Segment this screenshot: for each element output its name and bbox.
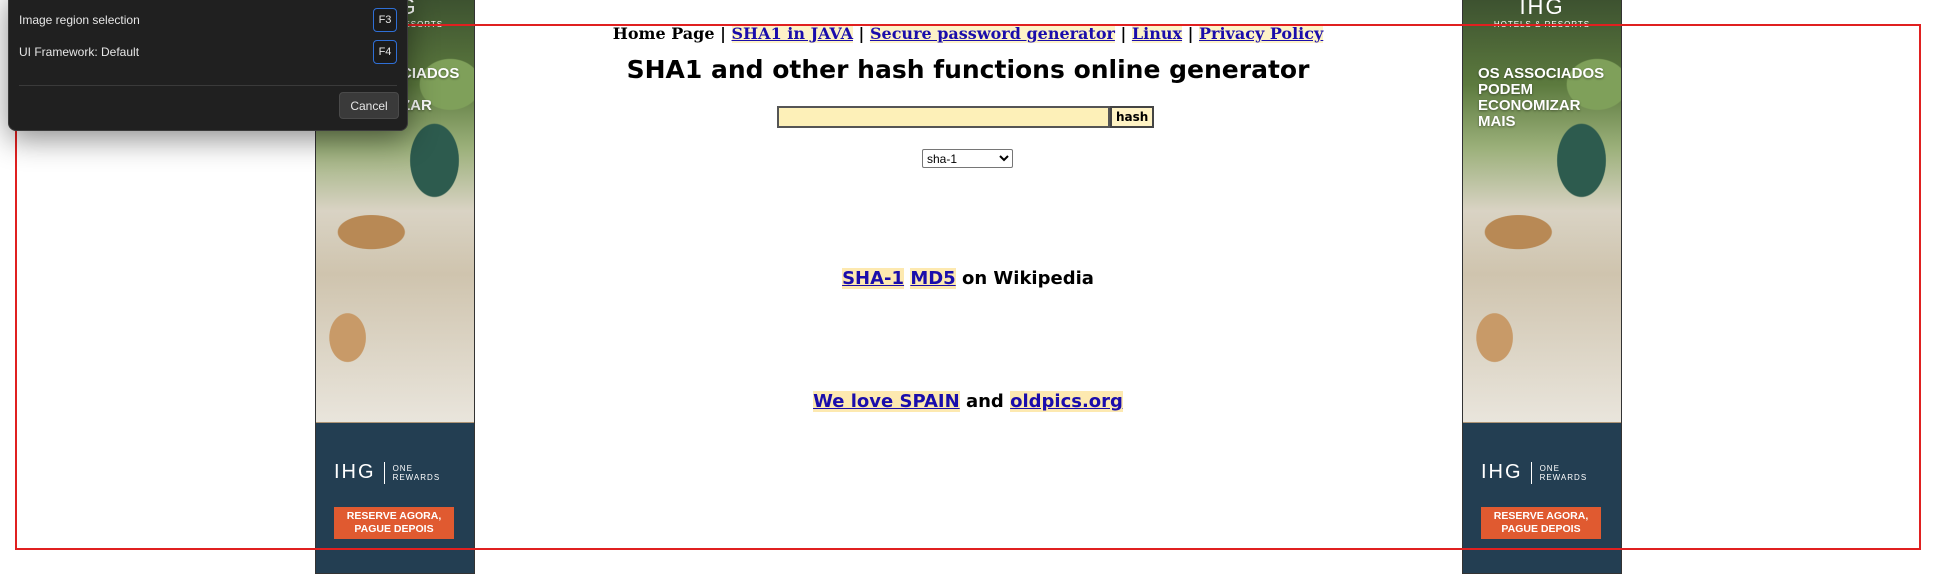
shortcut-key-badge: F3 [373,8,397,32]
wiki-link-sha1[interactable]: SHA-1 [842,268,905,289]
promo-links: We love SPAIN and oldpics.org [0,391,1936,412]
wiki-link-md5[interactable]: MD5 [910,268,956,289]
rewards-sub2: REWARDS [1539,472,1588,482]
rewards-logo: IHG ONE REWARDS [1481,461,1587,484]
cta-line1: RESERVE AGORA, [1493,510,1589,522]
menu-item-ui-framework[interactable]: UI Framework: Default F4 [19,39,397,65]
rewards-brand: IHG [1481,461,1523,483]
nav-home: Home Page [612,24,715,43]
rewards-logo: IHG ONE REWARDS [334,461,440,484]
ad-bottom-panel: IHG ONE REWARDS RESERVE AGORA, PAGUE DEPO… [316,423,474,573]
menu-divider [19,85,397,86]
hash-form: hash [777,106,1155,128]
cta-line2: PAGUE DEPOIS [1501,523,1581,535]
nav-link-privacy[interactable]: Privacy Policy [1199,24,1324,43]
capture-mode-menu: Image region selection F3 UI Framework: … [8,0,408,131]
ad-bottom-panel: IHG ONE REWARDS RESERVE AGORA, PAGUE DEPO… [1463,423,1621,573]
link-we-love-spain[interactable]: We love SPAIN [813,391,960,412]
menu-item-label: UI Framework: Default [19,45,140,59]
algorithm-select[interactable]: sha-1 [922,149,1013,168]
hash-input[interactable] [777,106,1110,128]
rewards-sub1: ONE [1539,463,1560,473]
cta-line2: PAGUE DEPOIS [354,523,434,535]
ad-brand-label: IHG [1519,0,1565,19]
promo-and: and [959,391,1011,412]
cta-line1: RESERVE AGORA, [346,510,442,522]
wikipedia-links: SHA-1 MD5 on Wikipedia [0,268,1936,289]
rewards-sub2: REWARDS [392,472,441,482]
hash-button[interactable]: hash [1110,106,1155,128]
nav-link-password-generator[interactable]: Secure password generator [869,24,1115,43]
menu-item-label: Image region selection [19,13,140,27]
wiki-suffix: on Wikipedia [955,268,1094,289]
link-oldpics[interactable]: oldpics.org [1010,391,1123,412]
rewards-sub1: ONE [392,463,413,473]
rewards-brand: IHG [334,461,376,483]
ad-cta-button[interactable]: RESERVE AGORA, PAGUE DEPOIS [334,507,454,539]
shortcut-key-badge: F4 [373,40,397,64]
ad-cta-button[interactable]: RESERVE AGORA, PAGUE DEPOIS [1481,507,1601,539]
nav-link-sha1-java[interactable]: SHA1 in JAVA [731,24,853,43]
nav-link-linux[interactable]: Linux [1131,24,1183,43]
cancel-button[interactable]: Cancel [339,92,399,119]
menu-item-image-region[interactable]: Image region selection F3 [19,7,397,33]
